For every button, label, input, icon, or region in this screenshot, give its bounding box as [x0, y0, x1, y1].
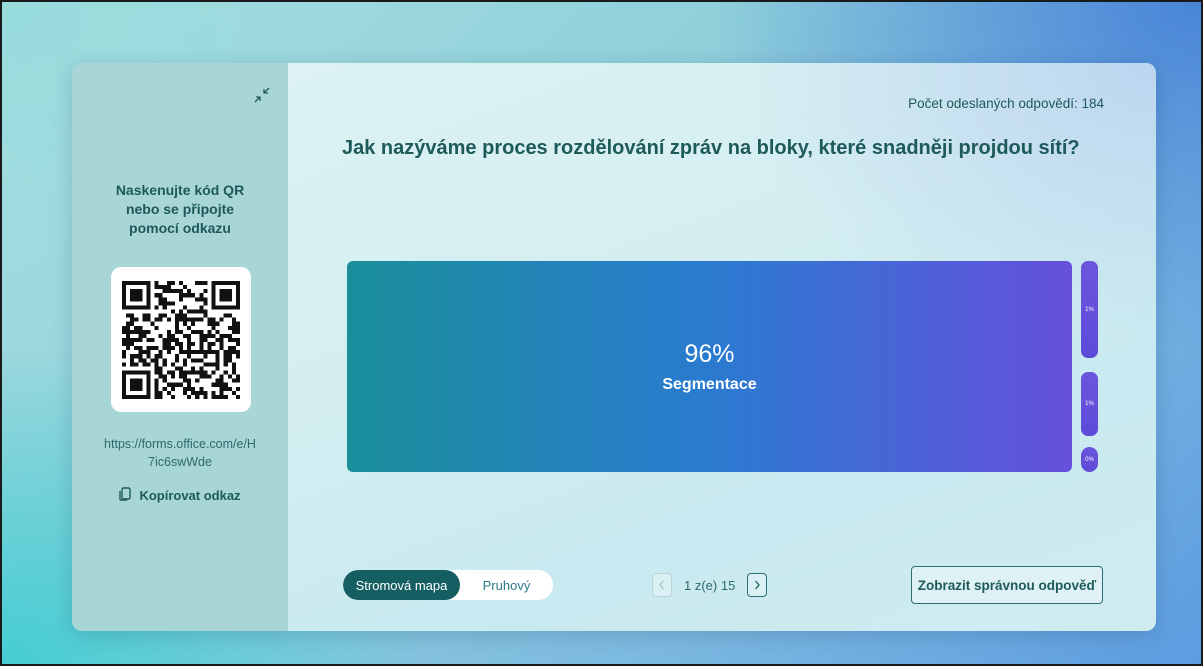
result-tile-2[interactable]: 1%: [1081, 261, 1098, 358]
question-title: Jak nazýváme proces rozdělování zpráv na…: [342, 137, 1080, 159]
result-percent: 1%: [1085, 306, 1094, 313]
response-count: Počet odeslaných odpovědí: 184: [908, 96, 1104, 111]
qr-code-image: [122, 280, 240, 399]
qr-code: [111, 267, 251, 412]
result-percent: 1%: [1085, 401, 1094, 407]
page-indicator: 1 z(e) 15: [684, 577, 736, 593]
collapse-arrows-icon[interactable]: [250, 83, 274, 107]
results-panel: Počet odeslaných odpovědí: 184 Jak nazýv…: [288, 63, 1156, 631]
result-tile-3[interactable]: 1%: [1081, 372, 1098, 436]
show-correct-answer-button[interactable]: Zobrazit správnou odpověď: [911, 566, 1103, 604]
result-tile-4[interactable]: 0%: [1081, 447, 1098, 472]
previous-page-button[interactable]: [652, 573, 672, 597]
qr-sidebar: Naskenujte kód QR nebo se připojte pomoc…: [72, 63, 288, 631]
copy-icon: [119, 487, 132, 504]
next-page-button[interactable]: [747, 573, 768, 597]
result-label: Segmentace: [662, 375, 757, 393]
toggle-treemap[interactable]: Stromová mapa: [343, 570, 460, 600]
form-link[interactable]: https://forms.office.com/e/H7ic6swWde: [72, 435, 288, 471]
chevron-left-icon: [659, 580, 664, 590]
question-pager: 1 z(e) 15: [652, 573, 768, 597]
chart-view-toggle: Stromová mapa Pruhový: [343, 570, 553, 600]
copy-link-button[interactable]: Kopírovat odkaz: [72, 487, 288, 504]
background: Naskenujte kód QR nebo se připojte pomoc…: [0, 0, 1203, 666]
chevron-right-icon: [755, 580, 761, 590]
result-tile-segmentace[interactable]: 96% Segmentace: [347, 261, 1072, 472]
copy-link-label: Kopírovat odkaz: [139, 488, 241, 503]
scan-instructions: Naskenujte kód QR nebo se připojte pomoc…: [115, 182, 245, 236]
toggle-bar[interactable]: Pruhový: [460, 570, 553, 600]
forms-presentation-card: Naskenujte kód QR nebo se připojte pomoc…: [72, 63, 1156, 631]
result-percent: 0%: [1085, 456, 1094, 463]
result-percent: 96%: [684, 339, 735, 368]
